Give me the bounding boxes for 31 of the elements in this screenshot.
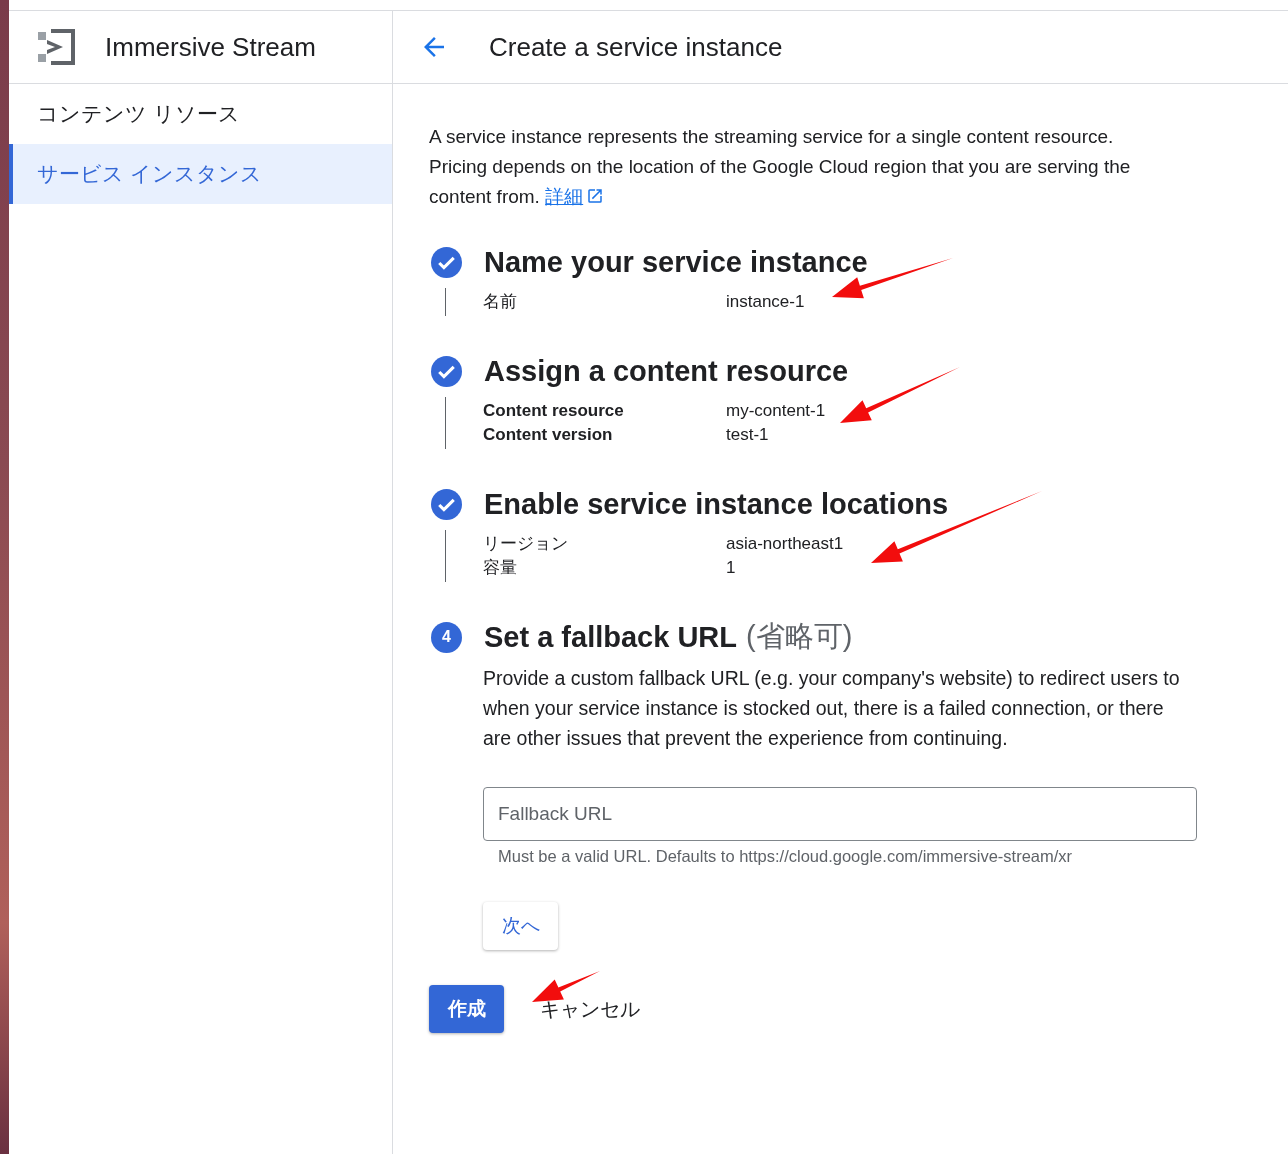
learn-more-link[interactable]: 詳細	[545, 186, 605, 207]
optional-label: (省略可)	[746, 619, 853, 654]
sidebar-item[interactable]: コンテンツ リソース	[9, 84, 392, 144]
step-title: Set a fallback URL	[484, 620, 738, 654]
fallback-url-field[interactable]: Fallback URL	[483, 787, 1197, 841]
logo-icon	[37, 27, 77, 67]
step-title: Name your service instance	[484, 245, 868, 279]
app-title: Immersive Stream	[105, 31, 316, 63]
sidebar-item[interactable]: サービス インスタンス	[9, 144, 392, 204]
intro-text: A service instance represents the streaming service for a single content resource. Pricing depends on the location of the Google Cloud region that you are serving the content from. 詳細	[429, 125, 1132, 209]
annotation-arrow	[532, 971, 600, 1002]
field-value: instance-1	[726, 291, 805, 313]
external-link-icon	[586, 187, 605, 205]
page-title: Create a service instance	[489, 31, 783, 63]
step-description: Provide a custom fallback URL (e.g. your company's website) to redirect users to when your service instance is stocked out, there is a failed connection, or there are other issues that prevent the experience from continuing.	[483, 666, 1181, 751]
create-button[interactable]: 作成	[429, 985, 504, 1033]
field-value: asia-northeast1	[726, 533, 844, 555]
field-label: リージョン	[483, 533, 569, 555]
helper-text: Must be a valid URL. Defaults to https://cloud.google.com/immersive-stream/xr	[498, 847, 1074, 866]
cancel-button[interactable]: キャンセル	[528, 987, 652, 1031]
field-label: 容量	[483, 557, 518, 579]
field-label: Content resource	[483, 400, 625, 422]
field-label: Content version	[483, 424, 614, 446]
step-title: Enable service instance locations	[484, 487, 949, 521]
field-label: 名前	[483, 291, 518, 313]
next-button[interactable]: 次へ	[483, 902, 558, 950]
field-value: test-1	[726, 424, 769, 446]
step-number: 4	[431, 621, 462, 653]
field-value: my-content-1	[726, 400, 826, 422]
step-title: Assign a content resource	[484, 354, 849, 388]
field-value: 1	[726, 557, 736, 579]
